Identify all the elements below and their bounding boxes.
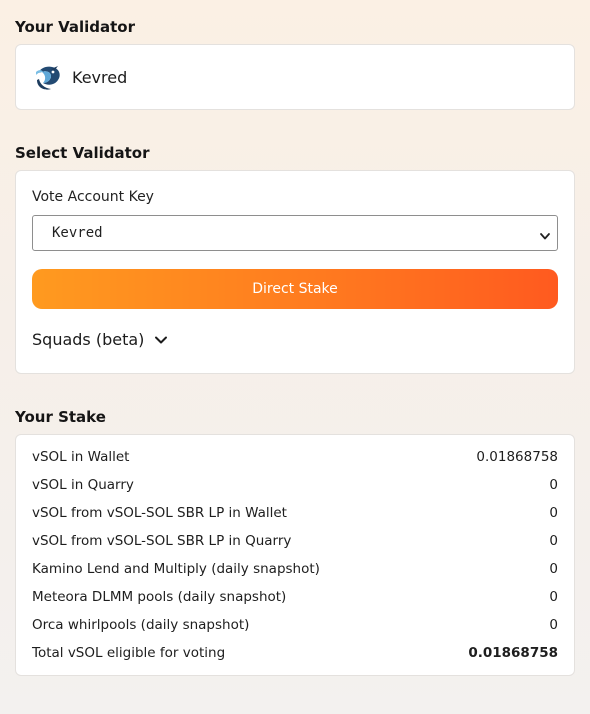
your-stake-card: vSOL in Wallet 0.01868758 vSOL in Quarry… xyxy=(15,434,575,676)
stake-row-value: 0 xyxy=(549,561,558,577)
stake-row-kamino: Kamino Lend and Multiply (daily snapshot… xyxy=(32,561,558,581)
vote-account-select[interactable]: Kevred xyxy=(32,215,558,251)
vote-account-key-label: Vote Account Key xyxy=(32,189,154,205)
stake-row-meteora: Meteora DLMM pools (daily snapshot) 0 xyxy=(32,589,558,609)
stake-row-label: vSOL in Quarry xyxy=(32,477,134,493)
stake-row-value: 0 xyxy=(549,589,558,605)
stake-row-quarry: vSOL in Quarry 0 xyxy=(32,477,558,497)
direct-stake-button[interactable]: Direct Stake xyxy=(32,269,558,309)
stake-row-orca: Orca whirlpools (daily snapshot) 0 xyxy=(32,617,558,637)
stake-row-label: vSOL from vSOL-SOL SBR LP in Wallet xyxy=(32,505,287,521)
stake-row-label: Total vSOL eligible for voting xyxy=(32,645,226,661)
your-stake-title: Your Stake xyxy=(15,408,106,426)
squads-beta-toggle[interactable]: Squads (beta) xyxy=(32,327,168,351)
your-validator-card: Kevred xyxy=(15,44,575,110)
stake-row-total-value: 0.01868758 xyxy=(468,645,558,661)
squads-beta-label: Squads (beta) xyxy=(32,329,145,349)
select-validator-title: Select Validator xyxy=(15,144,150,162)
stake-row-value: 0 xyxy=(549,477,558,493)
stake-row-value: 0 xyxy=(549,617,558,633)
stake-row-value: 0 xyxy=(549,505,558,521)
stake-row-total: Total vSOL eligible for voting 0.0186875… xyxy=(32,645,558,665)
your-validator-title: Your Validator xyxy=(15,18,136,36)
stake-row-label: vSOL in Wallet xyxy=(32,449,130,465)
stake-row-sbr-lp-wallet: vSOL from vSOL-SOL SBR LP in Wallet 0 xyxy=(32,505,558,525)
stake-row-sbr-lp-quarry: vSOL from vSOL-SOL SBR LP in Quarry 0 xyxy=(32,533,558,553)
kevred-bird-logo-icon xyxy=(33,62,63,92)
stake-row-value: 0 xyxy=(549,533,558,549)
vote-account-selected-value: Kevred xyxy=(52,225,103,241)
chevron-down-icon xyxy=(539,227,551,240)
select-validator-card: Vote Account Key Kevred Direct Stake Squ… xyxy=(15,170,575,374)
stake-row-value: 0.01868758 xyxy=(476,449,558,465)
stake-row-label: Kamino Lend and Multiply (daily snapshot… xyxy=(32,561,320,577)
chevron-down-icon xyxy=(154,332,168,346)
stake-row-label: Orca whirlpools (daily snapshot) xyxy=(32,617,250,633)
stake-row-label: vSOL from vSOL-SOL SBR LP in Quarry xyxy=(32,533,292,549)
stake-row-wallet: vSOL in Wallet 0.01868758 xyxy=(32,449,558,469)
stake-row-label: Meteora DLMM pools (daily snapshot) xyxy=(32,589,287,605)
validator-name: Kevred xyxy=(72,68,128,87)
